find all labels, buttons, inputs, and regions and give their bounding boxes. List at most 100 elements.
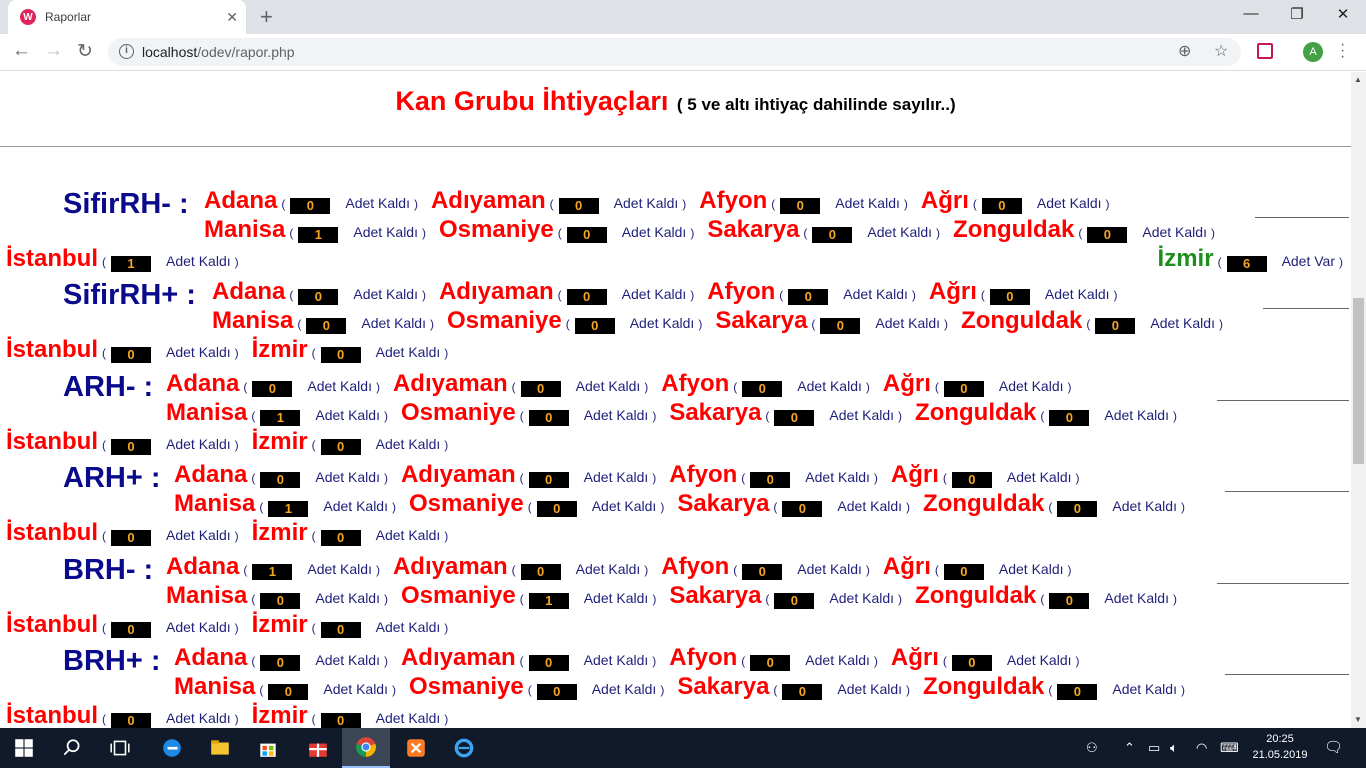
taskbar-clock[interactable]: 20:25 21.05.2019 — [1250, 731, 1310, 763]
paren-open: ( — [527, 500, 532, 514]
unit-label: Adet Kaldı — [629, 315, 695, 331]
paren-open: ( — [243, 380, 248, 394]
city-entry: Afyon(0 Adet Kaldı) — [661, 370, 870, 398]
count-value: 1 — [268, 501, 309, 517]
notification-icon[interactable]: 🗨︎ — [1324, 738, 1343, 756]
city-name: Sakarya — [677, 490, 770, 517]
city-entry: Ağrı(0 Adet Kaldı) — [929, 278, 1118, 306]
reload-icon[interactable]: ↻ — [77, 40, 93, 63]
gift-icon — [309, 743, 327, 757]
maximize-button[interactable]: ❐ — [1274, 5, 1320, 23]
city-name: Adana — [174, 461, 248, 488]
city-name: Sakarya — [707, 216, 800, 243]
blood-group-name: BRH- : — [63, 554, 154, 586]
count-value: 0 — [260, 472, 301, 488]
minimize-button[interactable]: — — [1228, 5, 1274, 22]
people-icon[interactable]: ⚇ — [1086, 740, 1098, 756]
paren-close: ) — [936, 226, 941, 240]
scroll-down-icon[interactable]: ▼ — [1354, 715, 1362, 724]
forward-arrow-icon[interactable]: → — [44, 40, 63, 62]
paren-close: ) — [444, 712, 449, 726]
keyboard-icon[interactable]: ⌨ — [1220, 740, 1239, 756]
unit-label: Adet Kaldı — [797, 561, 862, 577]
city-entry: Afyon(0 Adet Kaldı) — [699, 187, 908, 215]
taskbar-file-explorer[interactable] — [196, 728, 244, 768]
city-name: Ağrı — [882, 553, 931, 580]
taskbar-store[interactable] — [244, 728, 292, 768]
paren-open: ( — [811, 317, 816, 331]
count-value: 0 — [574, 318, 615, 334]
city-name: Sakarya — [669, 399, 762, 426]
taskbar-gift-app[interactable] — [294, 728, 342, 768]
paren-open: ( — [980, 288, 985, 302]
count-value: 0 — [943, 381, 984, 397]
count-value: 0 — [320, 530, 361, 546]
volume-icon[interactable]: 🔈︎ — [1170, 740, 1178, 756]
back-arrow-icon[interactable]: ← — [12, 40, 31, 62]
taskbar-xampp[interactable] — [392, 728, 440, 768]
store-bag-icon — [260, 743, 276, 757]
wifi-icon[interactable]: ◠ — [1196, 740, 1207, 756]
unit-label: Adet Kaldı — [166, 527, 231, 543]
city-name: Afyon — [661, 370, 730, 397]
blood-group-section: SifirRH+ : Adana(0 Adet Kaldı) Adıyaman(0 Ad… — [0, 270, 1351, 363]
unit-label: Adet Kaldı — [621, 286, 687, 302]
paren-close: ) — [944, 317, 949, 331]
paren-close: ) — [1172, 409, 1177, 423]
count-value: 0 — [320, 347, 361, 363]
unit-label: Adet Kaldı — [375, 527, 441, 543]
city-name: İzmir — [251, 702, 308, 728]
paren-open: ( — [934, 380, 939, 394]
count-value: 0 — [298, 289, 339, 305]
extension-icon[interactable] — [1257, 43, 1273, 59]
page-title: Kan Grubu İhtiyaçları — [395, 86, 669, 116]
city-entry: Adana(0 Adet Kaldı) — [212, 278, 426, 306]
unit-label: Adet Kaldı — [583, 590, 649, 606]
task-view-button[interactable] — [96, 728, 144, 768]
paren-open: ( — [942, 654, 947, 668]
city-entry: Adıyaman(0 Adet Kaldı) — [401, 461, 656, 489]
city-entry: Afyon(0 Adet Kaldı) — [669, 461, 878, 489]
profile-avatar[interactable]: A — [1303, 42, 1323, 62]
start-button[interactable] — [0, 728, 48, 768]
browser-tab[interactable]: W Raporlar ✕ — [8, 0, 246, 34]
blood-group-name: SifirRH- : — [63, 188, 189, 220]
paren-close: ) — [375, 563, 380, 577]
paren-close: ) — [698, 317, 703, 331]
taskbar-chrome[interactable] — [342, 728, 390, 768]
close-window-button[interactable]: ✕ — [1320, 5, 1366, 23]
count-value: 0 — [1057, 684, 1098, 700]
menu-dots-icon[interactable]: · · · — [1340, 37, 1345, 65]
city-name: Adana — [174, 644, 248, 671]
close-tab-icon[interactable]: ✕ — [226, 9, 238, 26]
address-bar[interactable]: i localhost/odev/rapor.php ⊕ ☆ — [108, 38, 1241, 66]
paren-close: ) — [898, 592, 903, 606]
city-name: Ağrı — [928, 278, 977, 305]
url-text[interactable]: localhost/odev/rapor.php — [142, 44, 295, 60]
paren-open: ( — [102, 346, 107, 360]
city-name: İzmir — [251, 336, 308, 363]
search-button[interactable] — [48, 728, 96, 768]
internet-explorer-icon — [454, 738, 474, 758]
paren-close: ) — [652, 654, 657, 668]
scroll-thumb[interactable] — [1353, 298, 1364, 464]
taskbar-internet-explorer[interactable] — [440, 728, 488, 768]
city-entry: Osmaniye(1 Adet Kaldı) — [401, 582, 656, 610]
unit-label: Adet Kaldı — [829, 407, 895, 423]
unit-label: Adet Kaldı — [166, 436, 231, 452]
taskbar-edge[interactable] — [148, 728, 196, 768]
scroll-up-icon[interactable]: ▲ — [1354, 75, 1362, 84]
paren-open: ( — [102, 621, 107, 635]
city-name: Osmaniye — [446, 307, 562, 334]
battery-icon[interactable]: ▭ — [1148, 740, 1160, 756]
count-value: 0 — [528, 655, 569, 671]
info-icon[interactable]: i — [119, 44, 134, 59]
bookmark-star-icon[interactable]: ☆ — [1214, 41, 1228, 61]
paren-open: ( — [1217, 255, 1222, 269]
zoom-icon[interactable]: ⊕ — [1178, 41, 1191, 61]
chevron-up-icon[interactable]: ⌃ — [1124, 740, 1135, 756]
unit-label: Adet Kaldı — [1112, 681, 1177, 697]
vertical-scrollbar[interactable]: ▲ ▼ — [1351, 72, 1366, 728]
paren-close: ) — [690, 226, 695, 240]
new-tab-button[interactable]: + — [260, 4, 273, 30]
